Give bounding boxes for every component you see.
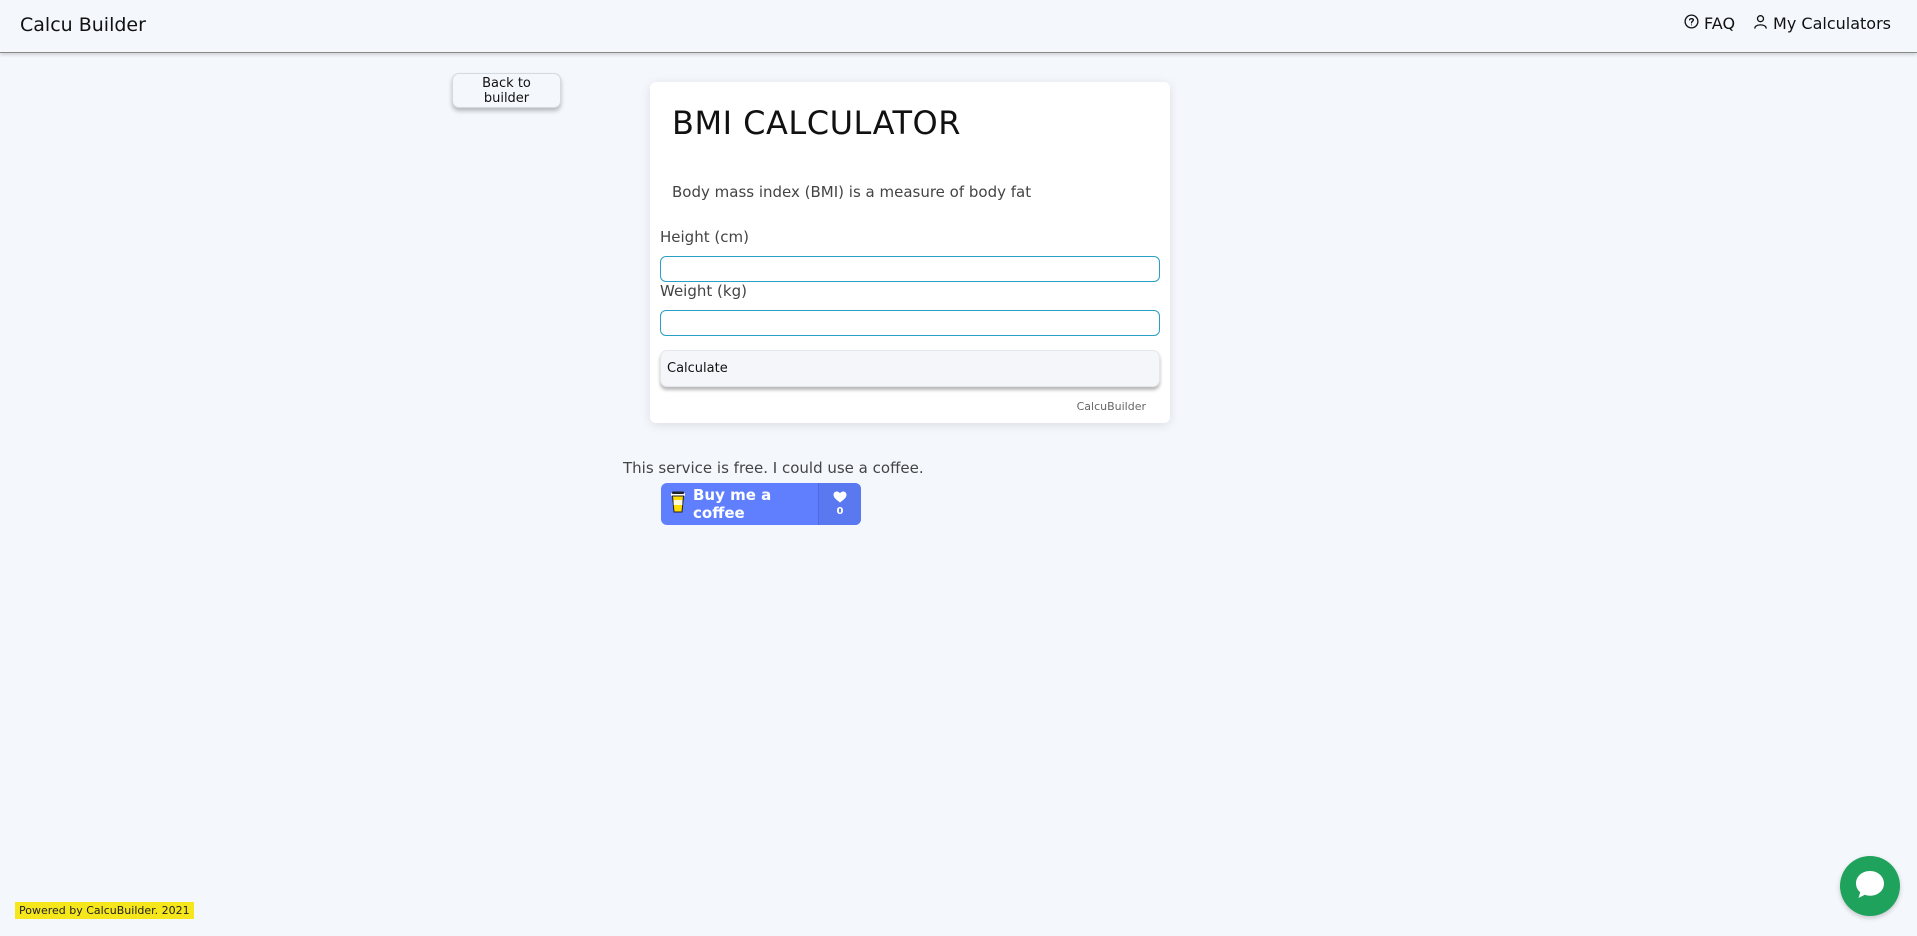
coffee-cup-icon xyxy=(670,491,686,517)
brand-logo[interactable]: Calcu Builder xyxy=(20,14,146,36)
weight-input[interactable] xyxy=(660,310,1160,336)
coffee-button-label: Buy me a coffee xyxy=(693,486,772,522)
buy-me-a-coffee-button[interactable]: Buy me a coffee 0 xyxy=(661,483,861,525)
question-circle-icon xyxy=(1684,14,1699,33)
card-footer-brand: CalcuBuilder xyxy=(1076,400,1146,413)
height-label: Height (cm) xyxy=(660,228,749,246)
back-to-builder-button[interactable]: Back to builder xyxy=(452,73,561,108)
nav-links: FAQ My Calculators xyxy=(1684,14,1891,33)
weight-label: Weight (kg) xyxy=(660,282,747,300)
coffee-count[interactable]: 0 xyxy=(818,483,861,525)
coffee-text: This service is free. I could use a coff… xyxy=(623,459,924,477)
powered-by-footer[interactable]: Powered by CalcuBuilder. 2021 xyxy=(15,902,194,919)
my-calculators-link[interactable]: My Calculators xyxy=(1753,14,1891,33)
calculator-description: Body mass index (BMI) is a measure of bo… xyxy=(672,183,1032,201)
user-icon xyxy=(1753,14,1768,33)
coffee-button-main[interactable]: Buy me a coffee xyxy=(661,483,818,525)
faq-link[interactable]: FAQ xyxy=(1684,14,1735,33)
faq-label: FAQ xyxy=(1704,14,1736,33)
chat-widget-button[interactable] xyxy=(1840,856,1900,916)
coffee-count-value: 0 xyxy=(836,506,844,517)
heart-icon xyxy=(833,491,847,506)
chat-bubble-icon xyxy=(1853,868,1887,904)
top-navbar: Calcu Builder FAQ My Calculators xyxy=(0,0,1917,53)
calculator-title: BMI CALCULATOR xyxy=(672,104,961,142)
calculator-card: BMI CALCULATOR Body mass index (BMI) is … xyxy=(650,82,1170,423)
my-calculators-label: My Calculators xyxy=(1773,14,1891,33)
height-input[interactable] xyxy=(660,256,1160,282)
calculate-button[interactable]: Calculate xyxy=(660,350,1160,387)
